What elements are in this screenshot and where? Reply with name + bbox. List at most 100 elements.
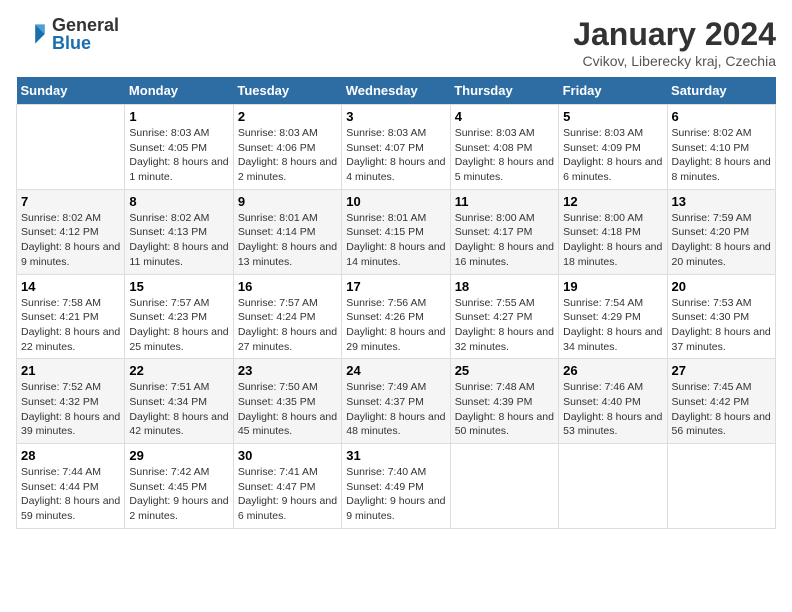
sunset-text: Sunset: 4:23 PM	[129, 310, 228, 325]
day-info: Sunrise: 7:45 AMSunset: 4:42 PMDaylight:…	[672, 380, 771, 439]
day-info: Sunrise: 8:03 AMSunset: 4:07 PMDaylight:…	[346, 126, 445, 185]
sunrise-text: Sunrise: 7:49 AM	[346, 380, 445, 395]
daylight-text: Daylight: 8 hours and 11 minutes.	[129, 240, 228, 269]
day-info: Sunrise: 7:40 AMSunset: 4:49 PMDaylight:…	[346, 465, 445, 524]
daylight-text: Daylight: 8 hours and 13 minutes.	[238, 240, 337, 269]
day-number: 17	[346, 279, 445, 294]
daylight-text: Daylight: 8 hours and 4 minutes.	[346, 155, 445, 184]
day-info: Sunrise: 8:03 AMSunset: 4:09 PMDaylight:…	[563, 126, 662, 185]
sunrise-text: Sunrise: 7:40 AM	[346, 465, 445, 480]
day-number: 3	[346, 109, 445, 124]
day-number: 23	[238, 363, 337, 378]
daylight-text: Daylight: 8 hours and 20 minutes.	[672, 240, 771, 269]
daylight-text: Daylight: 8 hours and 53 minutes.	[563, 410, 662, 439]
sunrise-text: Sunrise: 8:02 AM	[672, 126, 771, 141]
sunrise-text: Sunrise: 7:56 AM	[346, 296, 445, 311]
sunset-text: Sunset: 4:26 PM	[346, 310, 445, 325]
sunrise-text: Sunrise: 8:03 AM	[238, 126, 337, 141]
daylight-text: Daylight: 8 hours and 8 minutes.	[672, 155, 771, 184]
calendar-weekday-wednesday: Wednesday	[342, 77, 450, 105]
calendar-cell: 24Sunrise: 7:49 AMSunset: 4:37 PMDayligh…	[342, 359, 450, 444]
day-number: 31	[346, 448, 445, 463]
sunset-text: Sunset: 4:45 PM	[129, 480, 228, 495]
day-number: 4	[455, 109, 554, 124]
daylight-text: Daylight: 8 hours and 5 minutes.	[455, 155, 554, 184]
sunrise-text: Sunrise: 8:00 AM	[455, 211, 554, 226]
day-info: Sunrise: 7:50 AMSunset: 4:35 PMDaylight:…	[238, 380, 337, 439]
calendar-cell: 18Sunrise: 7:55 AMSunset: 4:27 PMDayligh…	[450, 274, 558, 359]
sunset-text: Sunset: 4:10 PM	[672, 141, 771, 156]
day-info: Sunrise: 8:00 AMSunset: 4:17 PMDaylight:…	[455, 211, 554, 270]
calendar-cell: 22Sunrise: 7:51 AMSunset: 4:34 PMDayligh…	[125, 359, 233, 444]
day-info: Sunrise: 7:52 AMSunset: 4:32 PMDaylight:…	[21, 380, 120, 439]
day-number: 24	[346, 363, 445, 378]
sunrise-text: Sunrise: 7:54 AM	[563, 296, 662, 311]
sunset-text: Sunset: 4:37 PM	[346, 395, 445, 410]
day-number: 27	[672, 363, 771, 378]
day-info: Sunrise: 7:59 AMSunset: 4:20 PMDaylight:…	[672, 211, 771, 270]
sunrise-text: Sunrise: 8:02 AM	[21, 211, 120, 226]
sunrise-text: Sunrise: 7:48 AM	[455, 380, 554, 395]
daylight-text: Daylight: 8 hours and 6 minutes.	[563, 155, 662, 184]
calendar-weekday-sunday: Sunday	[17, 77, 125, 105]
daylight-text: Daylight: 8 hours and 9 minutes.	[21, 240, 120, 269]
sunrise-text: Sunrise: 7:53 AM	[672, 296, 771, 311]
sunrise-text: Sunrise: 8:02 AM	[129, 211, 228, 226]
sunrise-text: Sunrise: 7:57 AM	[238, 296, 337, 311]
sunset-text: Sunset: 4:47 PM	[238, 480, 337, 495]
day-number: 10	[346, 194, 445, 209]
sunrise-text: Sunrise: 8:03 AM	[563, 126, 662, 141]
calendar-cell: 19 Sunrise: 7:54 AMSunset: 4:29 PMDayligh…	[559, 274, 667, 359]
calendar-cell: 4 Sunrise: 8:03 AMSunset: 4:08 PMDaylight…	[450, 105, 558, 190]
calendar-week-row: 21Sunrise: 7:52 AMSunset: 4:32 PMDayligh…	[17, 359, 776, 444]
day-number: 7	[21, 194, 120, 209]
sunrise-text: Sunrise: 8:03 AM	[129, 126, 228, 141]
daylight-text: Daylight: 8 hours and 42 minutes.	[129, 410, 228, 439]
calendar-cell: 6 Sunrise: 8:02 AMSunset: 4:10 PMDaylight…	[667, 105, 775, 190]
calendar-cell: 8Sunrise: 8:02 AMSunset: 4:13 PMDaylight…	[125, 189, 233, 274]
daylight-text: Daylight: 8 hours and 37 minutes.	[672, 325, 771, 354]
day-info: Sunrise: 8:02 AMSunset: 4:10 PMDaylight:…	[672, 126, 771, 185]
calendar-cell: 28Sunrise: 7:44 AMSunset: 4:44 PMDayligh…	[17, 444, 125, 529]
sunset-text: Sunset: 4:18 PM	[563, 225, 662, 240]
day-info: Sunrise: 8:03 AMSunset: 4:08 PMDaylight:…	[455, 126, 554, 185]
calendar-cell: 16Sunrise: 7:57 AMSunset: 4:24 PMDayligh…	[233, 274, 341, 359]
day-number: 22	[129, 363, 228, 378]
sunrise-text: Sunrise: 7:41 AM	[238, 465, 337, 480]
sunset-text: Sunset: 4:29 PM	[563, 310, 662, 325]
day-number: 30	[238, 448, 337, 463]
day-number: 19	[563, 279, 662, 294]
calendar-cell: 12Sunrise: 8:00 AMSunset: 4:18 PMDayligh…	[559, 189, 667, 274]
day-info: Sunrise: 7:48 AMSunset: 4:39 PMDaylight:…	[455, 380, 554, 439]
calendar-cell	[450, 444, 558, 529]
sunset-text: Sunset: 4:40 PM	[563, 395, 662, 410]
calendar-week-row: 28Sunrise: 7:44 AMSunset: 4:44 PMDayligh…	[17, 444, 776, 529]
sunset-text: Sunset: 4:13 PM	[129, 225, 228, 240]
day-info: Sunrise: 8:01 AMSunset: 4:15 PMDaylight:…	[346, 211, 445, 270]
calendar-cell: 10 Sunrise: 8:01 AMSunset: 4:15 PMDayligh…	[342, 189, 450, 274]
sunrise-text: Sunrise: 7:42 AM	[129, 465, 228, 480]
calendar-table: SundayMondayTuesdayWednesdayThursdayFrid…	[16, 77, 776, 529]
daylight-text: Daylight: 8 hours and 34 minutes.	[563, 325, 662, 354]
daylight-text: Daylight: 8 hours and 16 minutes.	[455, 240, 554, 269]
title-block: January 2024 Cvikov, Liberecky kraj, Cze…	[573, 16, 776, 69]
sunset-text: Sunset: 4:49 PM	[346, 480, 445, 495]
calendar-cell: 13Sunrise: 7:59 AMSunset: 4:20 PMDayligh…	[667, 189, 775, 274]
sunset-text: Sunset: 4:06 PM	[238, 141, 337, 156]
sunset-text: Sunset: 4:30 PM	[672, 310, 771, 325]
day-number: 28	[21, 448, 120, 463]
day-info: Sunrise: 7:56 AMSunset: 4:26 PMDaylight:…	[346, 296, 445, 355]
sunset-text: Sunset: 4:15 PM	[346, 225, 445, 240]
page-subtitle: Cvikov, Liberecky kraj, Czechia	[573, 53, 776, 69]
daylight-text: Daylight: 8 hours and 14 minutes.	[346, 240, 445, 269]
day-number: 6	[672, 109, 771, 124]
calendar-cell	[17, 105, 125, 190]
daylight-text: Daylight: 8 hours and 2 minutes.	[238, 155, 337, 184]
sunset-text: Sunset: 4:20 PM	[672, 225, 771, 240]
sunset-text: Sunset: 4:08 PM	[455, 141, 554, 156]
page-title: January 2024	[573, 16, 776, 53]
calendar-cell: 15Sunrise: 7:57 AMSunset: 4:23 PMDayligh…	[125, 274, 233, 359]
day-info: Sunrise: 7:58 AMSunset: 4:21 PMDaylight:…	[21, 296, 120, 355]
day-info: Sunrise: 8:02 AMSunset: 4:13 PMDaylight:…	[129, 211, 228, 270]
day-number: 26	[563, 363, 662, 378]
